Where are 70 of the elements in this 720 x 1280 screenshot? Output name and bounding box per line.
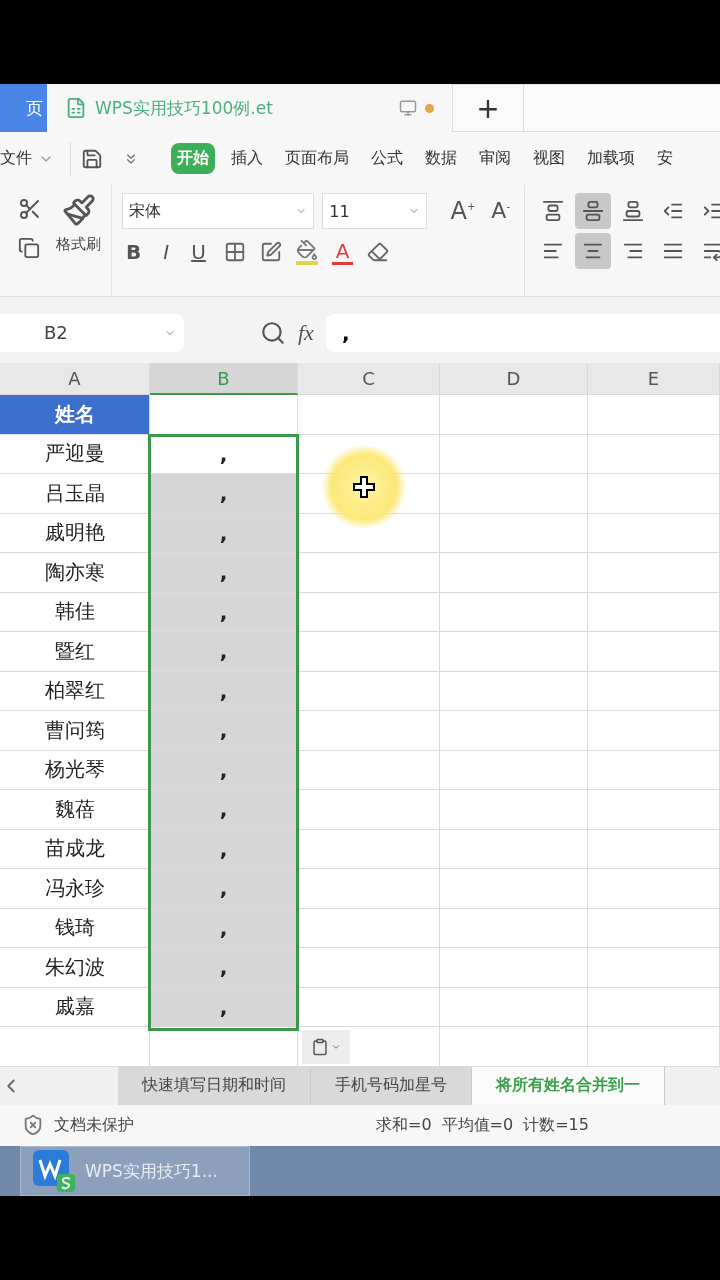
zoom-icon[interactable] [260, 320, 286, 346]
table-cell[interactable]: , [150, 632, 298, 672]
copy-icon[interactable] [18, 237, 40, 260]
borders-icon[interactable] [223, 241, 246, 264]
fx-label[interactable]: fx [298, 320, 314, 346]
bold-button[interactable]: B [122, 241, 146, 264]
ribbon-tab[interactable]: 审阅 [473, 143, 517, 175]
column-header[interactable]: C [298, 363, 440, 396]
table-cell: 姓名 [0, 395, 150, 435]
app-icon [33, 1150, 75, 1192]
cell-style-icon[interactable] [259, 241, 282, 264]
size-select[interactable]: 11 [322, 193, 427, 230]
shrink-font-button[interactable]: A$^{-}$ [487, 199, 514, 224]
grow-font-button[interactable]: A$^{+}$ [446, 198, 480, 225]
scissors-icon[interactable] [18, 197, 42, 222]
table-cell[interactable]: , [150, 869, 298, 909]
table-cell[interactable]: , [150, 948, 298, 988]
align-button[interactable] [575, 193, 611, 230]
format-painter-label[interactable]: 格式刷 [56, 235, 101, 255]
paintbrush-icon[interactable] [61, 193, 96, 228]
table-cell[interactable]: , [150, 829, 298, 870]
table-cell[interactable]: , [150, 671, 298, 712]
eraser-icon[interactable] [367, 241, 390, 264]
ribbon-tab[interactable]: 安 [651, 143, 679, 175]
sheet-tab[interactable]: 快速填写日期和时间 [118, 1066, 311, 1105]
unsaved-dot [425, 103, 434, 113]
document-tab[interactable]: 页 [0, 84, 47, 132]
ribbon-tab[interactable]: 加载项 [581, 143, 641, 175]
table-cell[interactable]: , [150, 592, 298, 633]
spreadsheet-icon [65, 97, 87, 119]
ribbon-tab[interactable]: 数据 [419, 143, 463, 175]
top-align-icon[interactable] [542, 200, 564, 223]
font-color-button[interactable]: A [331, 239, 354, 265]
count-status: 计数=15 [523, 1114, 589, 1136]
table-cell[interactable]: , [150, 474, 298, 514]
table-cell[interactable]: , [150, 711, 298, 751]
name-box[interactable]: B2 [0, 314, 184, 352]
sum-status: 求和=0 [376, 1114, 432, 1136]
quick-analysis-button[interactable] [302, 1029, 350, 1064]
clipboard-icon[interactable] [311, 1037, 329, 1056]
bottom-align-icon[interactable] [622, 200, 644, 223]
monitor-icon[interactable] [399, 99, 417, 117]
shield-icon [22, 1114, 44, 1137]
sheet-tab[interactable]: 手机号码加星号 [311, 1066, 472, 1105]
column-header[interactable]: A [0, 363, 150, 396]
ribbon-tab[interactable]: 插入 [225, 143, 269, 175]
save-icon[interactable] [81, 147, 103, 170]
ribbon-tab[interactable]: 公式 [365, 143, 409, 175]
underline-button[interactable]: U [187, 241, 210, 264]
column-header[interactable]: E [588, 363, 720, 396]
font-select[interactable]: 宋体 [122, 193, 315, 230]
crosshair-cursor-icon [353, 476, 375, 499]
file-menu[interactable]: 文件 [0, 143, 60, 175]
average-status: 平均值=0 [441, 1114, 514, 1136]
column-header[interactable]: D [440, 363, 588, 396]
fill-color-icon[interactable] [295, 239, 318, 266]
new-tab-button[interactable]: + [452, 84, 524, 132]
table-cell[interactable]: , [150, 987, 298, 1028]
protection-status: 文档未保护 [54, 1114, 134, 1136]
ribbon-tab[interactable]: 页面布局 [279, 143, 355, 175]
table-cell[interactable]: , [150, 513, 298, 554]
table-cell[interactable]: , [150, 790, 298, 830]
table-cell[interactable]: , [150, 908, 298, 949]
italic-button[interactable]: I [159, 241, 174, 264]
formula-field[interactable]: , [325, 314, 720, 352]
align-button[interactable] [575, 233, 611, 270]
middle-align-icon[interactable] [582, 200, 604, 223]
ribbon-tab[interactable]: 视图 [527, 143, 571, 175]
table-cell[interactable]: , [150, 750, 298, 791]
table-cell[interactable]: , [150, 553, 298, 593]
